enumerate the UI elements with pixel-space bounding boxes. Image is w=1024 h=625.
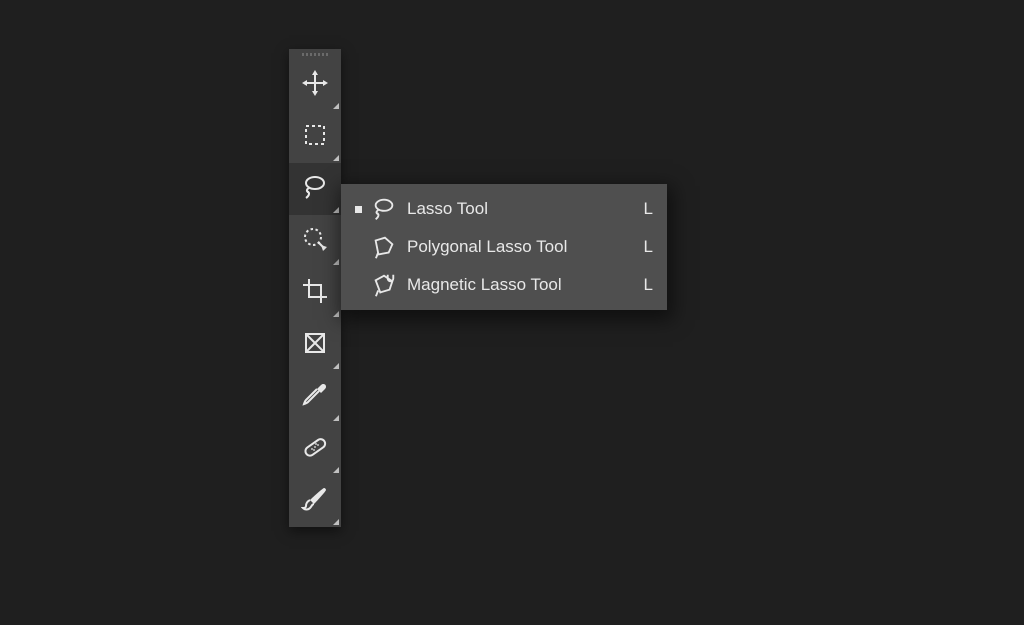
flyout-corner-icon [333,519,339,525]
crop-tool[interactable] [289,267,341,319]
flyout-item-shortcut: L [644,275,653,295]
panel-grip[interactable] [289,49,341,59]
lasso-icon [371,196,397,222]
tools-panel [289,49,341,527]
flyout-item-lasso[interactable]: Lasso Tool L [341,190,667,228]
lasso-icon [301,173,329,206]
magnetic-lasso-icon [371,272,397,298]
brush-tool[interactable] [289,475,341,527]
lasso-tool[interactable] [289,163,341,215]
flyout-item-shortcut: L [644,237,653,257]
brush-icon [301,485,329,518]
spot-healing-brush-tool[interactable] [289,423,341,475]
frame-icon [301,329,329,362]
quick-selection-icon [301,225,329,258]
active-indicator [349,206,367,213]
flyout-item-shortcut: L [644,199,653,219]
eyedropper-tool[interactable] [289,371,341,423]
flyout-item-label: Lasso Tool [407,199,644,219]
flyout-corner-icon [333,467,339,473]
marquee-icon [301,121,329,154]
flyout-corner-icon [333,207,339,213]
quick-selection-tool[interactable] [289,215,341,267]
flyout-item-polygonal-lasso[interactable]: Polygonal Lasso Tool L [341,228,667,266]
flyout-corner-icon [333,415,339,421]
flyout-item-label: Magnetic Lasso Tool [407,275,644,295]
polygonal-lasso-icon [371,234,397,260]
frame-tool[interactable] [289,319,341,371]
eyedropper-icon [301,381,329,414]
flyout-item-label: Polygonal Lasso Tool [407,237,644,257]
move-icon [301,69,329,102]
move-tool[interactable] [289,59,341,111]
flyout-corner-icon [333,103,339,109]
bandage-icon [301,433,329,466]
crop-icon [301,277,329,310]
lasso-flyout-menu: Lasso Tool L Polygonal Lasso Tool L Magn… [341,184,667,310]
marquee-tool[interactable] [289,111,341,163]
flyout-corner-icon [333,311,339,317]
flyout-item-magnetic-lasso[interactable]: Magnetic Lasso Tool L [341,266,667,304]
flyout-corner-icon [333,259,339,265]
flyout-corner-icon [333,363,339,369]
flyout-corner-icon [333,155,339,161]
